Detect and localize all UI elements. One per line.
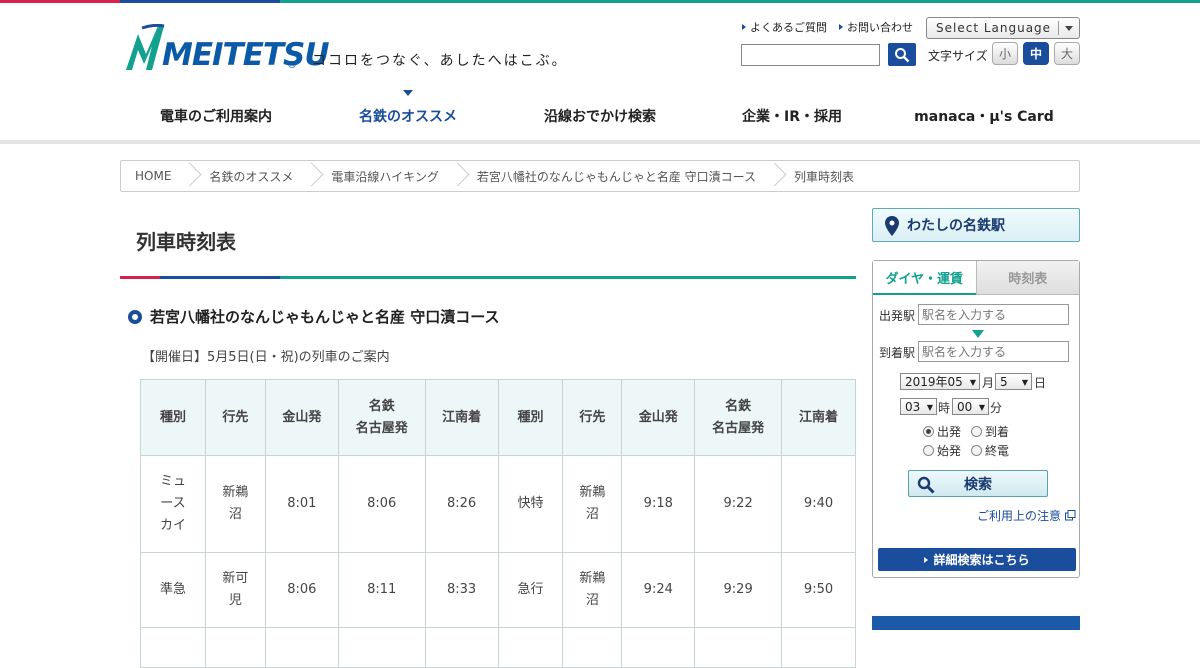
external-link-icon — [1065, 510, 1076, 521]
day-select[interactable]: 5 ▼ — [995, 373, 1032, 390]
table-row: ミュースカイ 新鵜沼 8:01 8:06 8:26 快特 新鵜沼 9:18 9:… — [140, 455, 856, 553]
nav-divider — [0, 140, 1200, 144]
chevron-down-icon: ▼ — [1021, 378, 1028, 387]
contact-link[interactable]: お問い合わせ — [839, 19, 913, 35]
chevron-right-icon — [183, 161, 195, 191]
event-date-note: 【開催日】5月5日(日・祝)の列車のご案内 — [142, 350, 390, 365]
radio-last-train[interactable]: 終電 — [971, 442, 1009, 459]
arrow-down-icon — [972, 330, 984, 338]
chevron-right-icon — [305, 161, 317, 191]
minute-select[interactable]: 00 ▼ — [952, 398, 989, 415]
arrow-right-icon — [839, 24, 843, 30]
chevron-down-icon: ▼ — [926, 403, 933, 412]
to-station-input[interactable]: 駅名を入力する — [918, 341, 1069, 362]
chevron-down-icon: ▼ — [969, 378, 976, 387]
to-label: 到着駅 — [879, 346, 916, 360]
chevron-down-icon: ▼ — [978, 403, 985, 412]
nav-corporate[interactable]: 企業・IR・採用 — [696, 90, 888, 144]
col-destination-2: 行先 — [562, 379, 623, 456]
nav-outing-search[interactable]: 沿線おでかけ検索 — [504, 90, 696, 144]
font-size-small-button[interactable]: 小 — [992, 42, 1018, 65]
col-konan-arr-2: 江南着 — [781, 379, 856, 456]
advanced-search-button[interactable]: 詳細検索はこちら — [878, 548, 1076, 571]
timetable-header-row: 種別 行先 金山発 名鉄 名古屋発 江南着 種別 行先 金山発 名鉄 名古屋発 … — [140, 379, 856, 456]
col-kanayama-dep-2: 金山発 — [621, 379, 696, 456]
course-heading: 若宮八幡社のなんじゃもんじゃと名産 守口漬コース — [128, 306, 499, 327]
global-nav: 電車のご利用案内 名鉄のオススメ 沿線おでかけ検索 企業・IR・採用 manac… — [120, 90, 1080, 144]
radio-first-train[interactable]: 始発 — [923, 442, 961, 459]
tab-timetable[interactable]: 時刻表 — [975, 261, 1079, 295]
bullet-icon — [128, 309, 142, 324]
meitetsu-logo[interactable]: MEITETSU ® — [124, 24, 330, 74]
breadcrumb-current: 列車時刻表 — [794, 169, 855, 184]
font-size-large-button[interactable]: 大 — [1054, 42, 1080, 65]
route-search-panel: ダイヤ・運賃 時刻表 出発駅 駅名を入力する 到着駅 駅名を入力する 2019年… — [872, 260, 1080, 578]
table-row: 準急 新可児 8:06 8:11 8:33 急行 新鵜沼 9:24 9:29 9… — [140, 552, 856, 628]
col-nagoya-dep: 名鉄 名古屋発 — [337, 379, 426, 456]
registered-mark: ® — [287, 60, 297, 71]
table-row — [140, 627, 856, 668]
font-size-label: 文字サイズ — [928, 49, 988, 63]
search-icon — [917, 476, 935, 494]
nav-train-guide[interactable]: 電車のご利用案内 — [120, 90, 312, 144]
col-konan-arr: 江南着 — [424, 379, 499, 456]
radio-off-icon — [923, 445, 934, 456]
faq-link[interactable]: よくあるご質問 — [742, 19, 827, 35]
radio-on-icon — [923, 426, 934, 437]
chevron-right-icon — [451, 161, 463, 191]
col-destination: 行先 — [204, 379, 266, 456]
radio-off-icon — [971, 426, 982, 437]
tagline: ココロをつなぐ、あしたへはこぶ。 — [312, 53, 568, 69]
search-icon — [895, 47, 910, 62]
breadcrumb-course[interactable]: 若宮八幡社のなんじゃもんじゃと名産 守口漬コース — [463, 161, 768, 191]
year-month-select[interactable]: 2019年05 ▼ — [900, 373, 980, 390]
timetable: 種別 行先 金山発 名鉄 名古屋発 江南着 種別 行先 金山発 名鉄 名古屋発 … — [140, 379, 856, 668]
breadcrumb-recommend[interactable]: 名鉄のオススメ — [195, 161, 305, 191]
font-size-medium-button[interactable]: 中 — [1023, 42, 1049, 65]
col-kanayama-dep: 金山発 — [264, 379, 339, 456]
breadcrumb-hiking[interactable]: 電車沿線ハイキング — [317, 161, 450, 191]
hour-select[interactable]: 03 ▼ — [900, 398, 937, 415]
radio-arrival[interactable]: 到着 — [971, 423, 1009, 440]
arrow-right-icon — [742, 24, 746, 30]
radio-departure[interactable]: 出発 — [923, 423, 961, 440]
sidebar-banner[interactable] — [872, 616, 1080, 630]
col-nagoya-dep-2: 名鉄 名古屋発 — [694, 379, 783, 456]
logo-text: MEITETSU — [162, 37, 330, 73]
from-label: 出発駅 — [879, 309, 916, 323]
nav-recommend[interactable]: 名鉄のオススメ — [312, 90, 504, 144]
usage-notice-link[interactable]: ご利用上の注意 — [977, 507, 1076, 524]
map-pin-icon — [885, 216, 899, 236]
chevron-down-icon — [1065, 26, 1073, 31]
site-search-input[interactable] — [741, 44, 880, 66]
logo-mark-icon — [126, 24, 165, 70]
header-links: よくあるご質問 お問い合わせ — [742, 19, 913, 35]
route-search-button[interactable]: 検索 — [908, 470, 1048, 497]
nav-manaca[interactable]: manaca・μ's Card — [888, 90, 1080, 144]
page-title: 列車時刻表 — [136, 230, 236, 254]
chevron-right-icon — [768, 161, 780, 191]
tab-fare[interactable]: ダイヤ・運賃 — [873, 261, 976, 295]
breadcrumb-home[interactable]: HOME — [121, 161, 183, 191]
breadcrumb: HOME 名鉄のオススメ 電車沿線ハイキング 若宮八幡社のなんじゃもんじゃと名産… — [120, 160, 1080, 192]
col-type: 種別 — [140, 379, 206, 456]
my-station-button[interactable]: わたしの名鉄駅 — [872, 208, 1080, 242]
radio-off-icon — [971, 445, 982, 456]
site-search-button[interactable] — [888, 43, 916, 66]
language-select[interactable]: Select Language — [926, 17, 1080, 39]
col-type-2: 種別 — [497, 379, 564, 456]
title-underline — [120, 276, 856, 279]
from-station-input[interactable]: 駅名を入力する — [918, 304, 1069, 325]
arrow-right-icon — [924, 556, 929, 563]
brand-color-bar — [0, 0, 1200, 3]
